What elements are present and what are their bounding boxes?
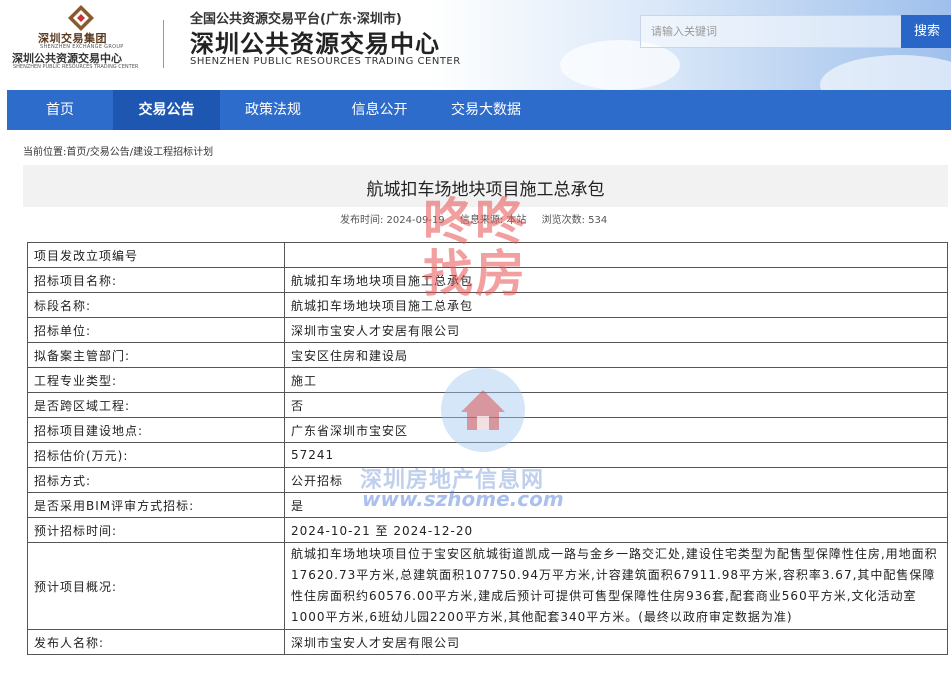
watermark-house-icon: [441, 368, 525, 452]
row-key: 招标估价(万元):: [27, 442, 285, 468]
main-nav: 首页 交易公告 政策法规 信息公开 交易大数据: [7, 90, 951, 130]
row-key: 工程专业类型:: [27, 367, 285, 393]
search-button[interactable]: 搜索: [901, 15, 951, 48]
breadcrumb[interactable]: 当前位置:首页/交易公告/建设工程招标计划: [23, 143, 213, 158]
row-value: 否: [284, 392, 948, 418]
row-key: 是否跨区域工程:: [27, 392, 285, 418]
row-value: [284, 242, 948, 268]
row-value: 2024-10-21 至 2024-12-20: [284, 517, 948, 543]
row-value: 深圳市宝安人才安居有限公司: [284, 629, 948, 655]
table-row: 预计项目概况: 航城扣车场地块项目位于宝安区航城街道凯成一路与金乡一路交汇处,建设…: [27, 542, 948, 630]
header-divider: [163, 20, 164, 68]
table-row: 发布人名称: 深圳市宝安人才安居有限公司: [27, 629, 948, 655]
nav-item-info-disclosure[interactable]: 信息公开: [326, 90, 433, 130]
row-key: 是否采用BIM评审方式招标:: [27, 492, 285, 518]
row-key: 招标方式:: [27, 467, 285, 493]
row-key: 项目发改立项编号: [27, 242, 285, 268]
header-cloud-decoration: [820, 55, 951, 90]
row-value: 广东省深圳市宝安区: [284, 417, 948, 443]
view-count: 浏览次数: 534: [541, 215, 608, 226]
nav-item-home[interactable]: 首页: [7, 90, 113, 130]
group-logo-icon: [68, 5, 94, 31]
nav-item-trading-announcements[interactable]: 交易公告: [113, 90, 220, 130]
watermark-site-url: www.szhome.com: [362, 487, 564, 511]
row-value: 施工: [284, 367, 948, 393]
row-value: 航城扣车场地块项目施工总承包: [284, 292, 948, 318]
site-header: 深圳交易集团 SHENZHEN EXCHANGE GROUP 深圳公共资源交易中…: [0, 0, 951, 90]
search-input[interactable]: 请输入关键词: [640, 15, 902, 48]
watermark-stamp: 咚咚找房: [423, 193, 527, 303]
row-value: 航城扣车场地块项目施工总承包: [284, 267, 948, 293]
row-key: 预计招标时间:: [27, 517, 285, 543]
group-logo[interactable]: 深圳交易集团 SHENZHEN EXCHANGE GROUP 深圳公共资源交易中…: [10, 2, 150, 86]
nav-item-big-data[interactable]: 交易大数据: [433, 90, 539, 130]
row-key: 招标单位:: [27, 317, 285, 343]
table-row: 预计招标时间: 2024-10-21 至 2024-12-20: [27, 517, 948, 543]
row-key: 预计项目概况:: [27, 542, 285, 630]
table-row: 拟备案主管部门: 宝安区住房和建设局: [27, 342, 948, 368]
nav-item-policies[interactable]: 政策法规: [220, 90, 326, 130]
row-key: 发布人名称:: [27, 629, 285, 655]
row-value: 航城扣车场地块项目位于宝安区航城街道凯成一路与金乡一路交汇处,建设住宅类型为配售…: [284, 542, 948, 630]
row-key: 标段名称:: [27, 292, 285, 318]
row-value: 深圳市宝安人才安居有限公司: [284, 317, 948, 343]
row-key: 招标项目名称:: [27, 267, 285, 293]
main-title-en: SHENZHEN PUBLIC RESOURCES TRADING CENTER: [190, 56, 461, 67]
table-row: 招标单位: 深圳市宝安人才安居有限公司: [27, 317, 948, 343]
row-key: 拟备案主管部门:: [27, 342, 285, 368]
center-name-en: SHENZHEN PUBLIC RESOURCES TRADING CENTER: [13, 64, 139, 70]
main-title: 深圳公共资源交易中心: [190, 30, 440, 58]
row-value: 宝安区住房和建设局: [284, 342, 948, 368]
row-key: 招标项目建设地点:: [27, 417, 285, 443]
